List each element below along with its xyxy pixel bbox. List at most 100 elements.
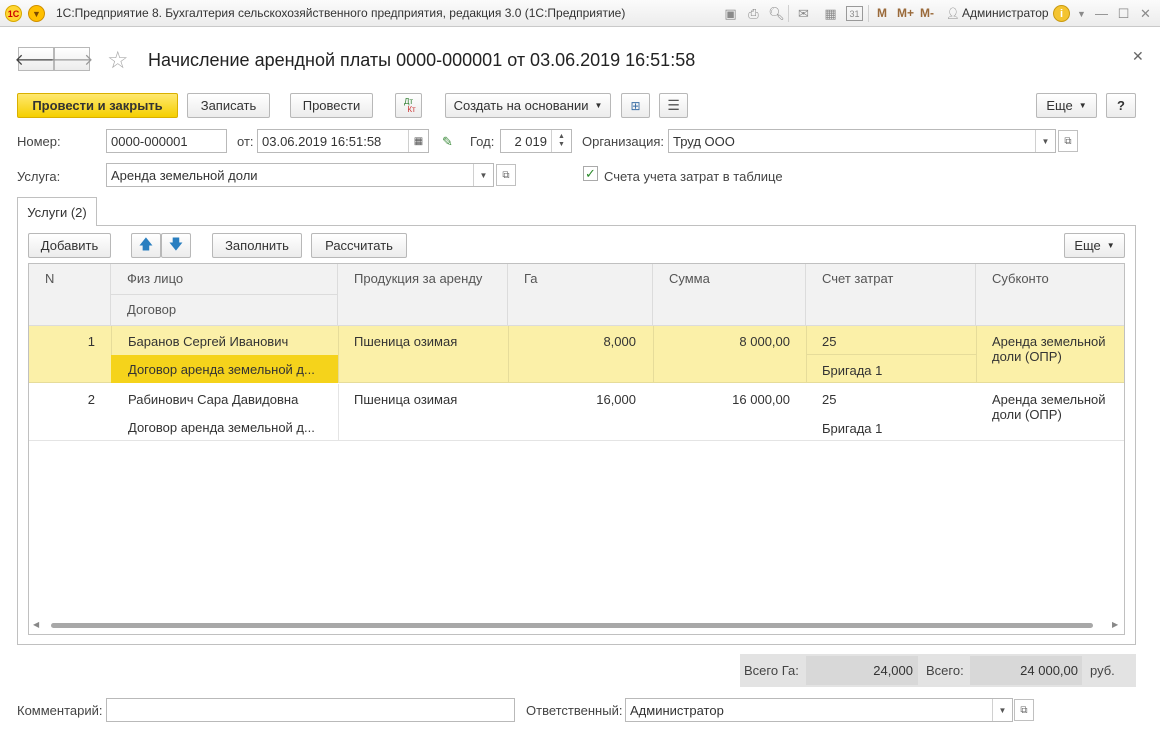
header-account[interactable]: Счет затрат: [806, 264, 976, 326]
calculate-button[interactable]: Рассчитать: [311, 233, 407, 258]
header-sum[interactable]: Сумма: [653, 264, 806, 326]
maximize-icon[interactable]: ☐: [1115, 5, 1132, 22]
minimize-icon[interactable]: —: [1093, 5, 1110, 22]
dt-kt-report-button[interactable]: Дт Кт: [395, 93, 422, 118]
table-more-button[interactable]: Еще ▼: [1064, 233, 1125, 258]
cell-n[interactable]: 2: [29, 392, 95, 407]
service-field[interactable]: Аренда земельной доли ▼: [106, 163, 494, 187]
move-up-icon[interactable]: 🡅: [131, 233, 161, 258]
cell-subaccount[interactable]: Бригада 1: [822, 421, 972, 436]
list-icon[interactable]: ☰: [659, 93, 688, 118]
header-n[interactable]: N: [29, 264, 111, 326]
forward-button[interactable]: 🡒: [51, 47, 93, 71]
responsible-field[interactable]: Администратор ▼: [625, 698, 1013, 722]
fill-button[interactable]: Заполнить: [212, 233, 302, 258]
header-ha[interactable]: Га: [508, 264, 653, 326]
open-organization-icon[interactable]: ⧉: [1058, 130, 1078, 152]
table-row[interactable]: 1 Баранов Сергей Иванович Договор аренда…: [29, 326, 1124, 383]
mail-icon[interactable]: ✉: [795, 5, 812, 22]
divider: [338, 326, 339, 383]
tab-services[interactable]: Услуги (2): [17, 197, 97, 226]
cell-subconto-line2[interactable]: доли (ОПР): [992, 349, 1122, 364]
structure-icon[interactable]: ⊞: [621, 93, 650, 118]
header-contract[interactable]: Договор: [111, 295, 338, 326]
cell-account[interactable]: 25: [822, 334, 972, 349]
number-field[interactable]: 0000-000001: [106, 129, 227, 153]
memory-mplus-button[interactable]: M+: [897, 6, 914, 20]
chevron-down-icon[interactable]: ▼: [1035, 130, 1055, 152]
cell-contract[interactable]: Договор аренда земельной д...: [128, 362, 333, 377]
main-menu-icon[interactable]: ▼: [28, 5, 45, 22]
cell-sum[interactable]: 16 000,00: [653, 392, 790, 407]
horizontal-scrollbar[interactable]: ◀ ▶: [29, 617, 1124, 634]
cell-product[interactable]: Пшеница озимая: [354, 334, 504, 349]
calendar-icon[interactable]: ▦: [408, 130, 428, 152]
back-button[interactable]: 🡐: [15, 47, 57, 71]
scroll-left-icon[interactable]: ◀: [33, 620, 39, 629]
open-responsible-icon[interactable]: ⧉: [1014, 699, 1034, 721]
scroll-right-icon[interactable]: ▶: [1112, 620, 1118, 629]
document-title: Начисление арендной платы 0000-000001 от…: [148, 50, 696, 70]
cell-subaccount[interactable]: Бригада 1: [822, 363, 972, 378]
favorite-star-icon[interactable]: ☆: [107, 46, 129, 75]
scrollbar-thumb[interactable]: [51, 623, 1093, 628]
more-label: Еще: [1046, 98, 1073, 113]
close-form-icon[interactable]: ✕: [1132, 48, 1144, 65]
cell-person[interactable]: Баранов Сергей Иванович: [128, 334, 333, 349]
more-button[interactable]: Еще ▼: [1036, 93, 1097, 118]
cell-n[interactable]: 1: [29, 334, 95, 349]
chevron-down-icon: ▼: [1078, 101, 1087, 110]
current-user[interactable]: Администратор: [962, 6, 1049, 20]
table-more-label: Еще: [1074, 238, 1101, 253]
preview-icon[interactable]: 🔍︎: [768, 5, 785, 22]
cell-ha[interactable]: 8,000: [508, 334, 636, 349]
calculator-icon[interactable]: ▦: [822, 5, 839, 22]
save-button[interactable]: Записать: [187, 93, 270, 118]
header-person[interactable]: Физ лицо: [111, 264, 338, 295]
comment-field[interactable]: [106, 698, 515, 722]
chevron-down-icon[interactable]: ▼: [473, 164, 493, 186]
info-icon[interactable]: i: [1053, 5, 1070, 22]
cost-accounts-checkbox[interactable]: ✓: [583, 166, 598, 181]
header-product[interactable]: Продукция за аренду: [338, 264, 508, 326]
move-down-icon[interactable]: 🡇: [161, 233, 191, 258]
save-icon[interactable]: ▣: [722, 5, 739, 22]
year-field[interactable]: 2 019 ▲ ▼: [500, 129, 572, 153]
cell-account[interactable]: 25: [822, 392, 972, 407]
memory-mminus-button[interactable]: M-: [920, 6, 934, 20]
cell-contract[interactable]: Договор аренда земельной д...: [128, 420, 333, 435]
post-and-close-button[interactable]: Провести и закрыть: [17, 93, 178, 118]
cell-ha[interactable]: 16,000: [508, 392, 636, 407]
total-ha-value: 24,000: [873, 663, 913, 678]
print-icon[interactable]: ⎙: [745, 5, 762, 22]
memory-m-button[interactable]: M: [877, 6, 887, 20]
organization-field[interactable]: Труд ООО ▼: [668, 129, 1056, 153]
table-row[interactable]: 2 Рабинович Сара Давидовна Договор аренд…: [29, 384, 1124, 441]
edit-note-icon[interactable]: ✎: [442, 134, 453, 150]
cell-subconto-line2[interactable]: доли (ОПР): [992, 407, 1122, 422]
add-row-button[interactable]: Добавить: [28, 233, 111, 258]
date-field[interactable]: 03.06.2019 16:51:58 ▦: [257, 129, 429, 153]
close-window-icon[interactable]: ✕: [1137, 5, 1154, 22]
chevron-down-icon[interactable]: ▼: [992, 699, 1012, 721]
calendar-icon[interactable]: 31: [846, 6, 863, 21]
cell-subconto-line1[interactable]: Аренда земельной: [992, 392, 1122, 407]
separator: [788, 5, 789, 22]
open-service-icon[interactable]: ⧉: [496, 164, 516, 186]
services-table[interactable]: N Физ лицо Договор Продукция за аренду Г…: [28, 263, 1125, 635]
cell-subconto-line1[interactable]: Аренда земельной: [992, 334, 1122, 349]
chevron-down-icon[interactable]: ▼: [1073, 5, 1090, 22]
create-based-on-button[interactable]: Создать на основании ▼: [445, 93, 611, 118]
post-button[interactable]: Провести: [290, 93, 373, 118]
cell-sum[interactable]: 8 000,00: [653, 334, 790, 349]
date-label: от:: [237, 134, 254, 149]
help-button[interactable]: ?: [1106, 93, 1136, 118]
year-spinner[interactable]: ▲ ▼: [551, 130, 571, 152]
year-value: 2 019: [514, 134, 547, 149]
cell-product[interactable]: Пшеница озимая: [354, 392, 504, 407]
cell-person[interactable]: Рабинович Сара Давидовна: [128, 392, 333, 407]
number-label: Номер:: [17, 134, 61, 149]
service-value: Аренда земельной доли: [111, 168, 258, 183]
header-subconto[interactable]: Субконто: [976, 264, 1124, 326]
kt-label: Кт: [407, 104, 416, 114]
